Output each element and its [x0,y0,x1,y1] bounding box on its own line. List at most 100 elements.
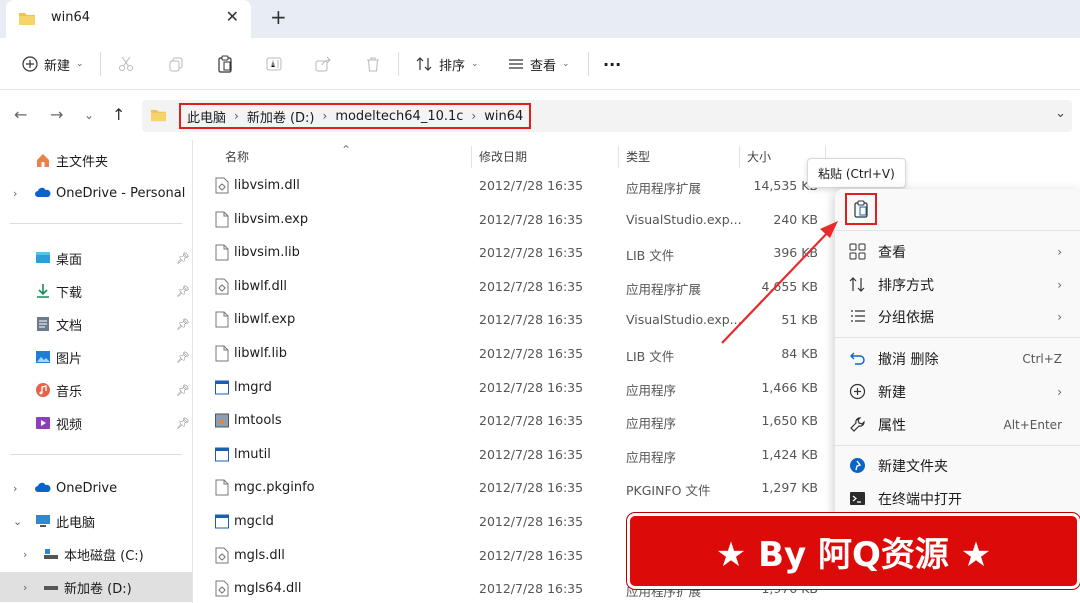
cut-button[interactable] [118,52,134,76]
sidebar-item-onedrive[interactable]: › OneDrive [0,473,192,503]
breadcrumb-win64[interactable]: win64 [484,109,523,124]
paste-menu-button[interactable] [845,193,877,225]
menu-item-label: 分组依据 [878,309,934,326]
menu-item-group[interactable]: 分组依据 › [835,300,1080,333]
column-header-type[interactable]: 类型 [626,140,650,172]
file-icon [215,345,229,362]
music-icon [36,383,50,397]
menu-item-new[interactable]: 新建 › [835,375,1080,408]
menu-divider [835,230,1080,231]
column-header-name[interactable]: 名称 [225,140,249,172]
chevron-right-icon: › [1057,277,1062,292]
table-row[interactable]: lmutil 2012/7/28 16:35 应用程序 1,424 KB [193,438,833,471]
breadcrumb-this-pc[interactable]: 此电脑 [187,107,226,126]
rename-button[interactable] [266,52,282,76]
delete-button[interactable] [365,52,381,76]
new-tab-button[interactable]: + [270,5,287,29]
share-button[interactable] [315,52,331,76]
file-name: libwlf.dll [234,278,287,294]
tab-win64[interactable]: win64 ✕ [6,0,251,38]
address-bar[interactable]: 此电脑 › 新加卷 (D:) › modeltech64_10.1c › win… [142,100,1072,132]
chevron-right-icon: › [1057,244,1062,259]
chevron-right-icon[interactable]: › [471,109,476,123]
pin-icon[interactable]: 📌︎ [176,318,190,331]
sidebar-item-pictures[interactable]: 图片 📌︎ [0,342,192,372]
breadcrumb-modeltech[interactable]: modeltech64_10.1c [335,109,463,124]
table-row[interactable]: libvsim.dll 2012/7/28 16:35 应用程序扩展 14,535 K… [193,169,833,202]
table-row[interactable]: lmgrd 2012/7/28 16:35 应用程序 1,466 KB [193,371,833,404]
copy-button[interactable] [168,52,184,76]
command-bar: 新建 ⌄ 排序 ⌄ 查看 ⌄ ··· [0,38,1080,90]
chevron-right-icon[interactable]: › [23,581,27,594]
sidebar-item-drive-c[interactable]: › 本地磁盘 (C:) [0,539,192,569]
sidebar-item-videos[interactable]: 视频 📌︎ [0,408,192,438]
cloud-icon [35,187,51,197]
table-row[interactable]: libwlf.lib 2012/7/28 16:35 LIB 文件 84 KB [193,337,833,370]
sidebar-item-drive-d[interactable]: › 新加卷 (D:) [0,572,192,602]
file-date: 2012/7/28 16:35 [479,413,584,429]
chevron-down-icon[interactable]: ⌄ [1055,106,1066,121]
up-arrow-icon[interactable]: ↑ [112,105,125,124]
table-row[interactable]: libwlf.dll 2012/7/28 16:35 应用程序扩展 4,655 KB [193,270,833,303]
sidebar-item-this-pc[interactable]: ⌄ 此电脑 [0,506,192,536]
column-separator[interactable] [739,146,740,168]
table-row[interactable]: lmtools 2012/7/28 16:35 应用程序 1,650 KB [193,404,833,437]
file-icon [215,244,229,261]
menu-item-new-folder[interactable]: 新建文件夹 [835,449,1080,482]
view-button[interactable]: 查看 ⌄ [508,52,570,76]
chevron-down-icon[interactable]: ⌄ [13,515,22,528]
recent-chevron-icon[interactable]: ⌄ [84,108,94,122]
sort-button[interactable]: 排序 ⌄ [416,52,479,76]
pin-icon[interactable]: 📌︎ [176,384,190,397]
chevron-right-icon[interactable]: › [23,548,27,561]
drive-icon [44,549,58,559]
column-header-date[interactable]: 修改日期 [479,140,527,172]
sidebar-item-label: 文档 [56,318,83,334]
menu-item-view[interactable]: 查看 › [835,235,1080,268]
file-type: 应用程序 [626,449,677,465]
back-arrow-icon[interactable]: ← [14,105,27,124]
chevron-right-icon[interactable]: › [13,482,17,495]
table-row[interactable]: libwlf.exp 2012/7/28 16:35 VisualStudio.ex… [193,303,833,336]
table-row[interactable]: libvsim.exp 2012/7/28 16:35 VisualStudio.e… [193,203,833,236]
sidebar-item-downloads[interactable]: 下载 📌︎ [0,276,192,306]
more-options-button[interactable]: ··· [603,52,621,76]
sort-button-label: 排序 [439,58,466,74]
column-separator[interactable] [618,146,619,168]
sidebar-item-onedrive-personal[interactable]: › OneDrive - Personal [0,178,192,208]
table-row[interactable]: mgc.pkginfo 2012/7/28 16:35 PKGINFO 文件 1,29… [193,471,833,504]
table-row[interactable]: libvsim.lib 2012/7/28 16:35 LIB 文件 396 KB [193,236,833,269]
menu-item-properties[interactable]: 属性 Alt+Enter [835,408,1080,441]
pin-icon[interactable]: 📌︎ [176,417,190,430]
column-separator[interactable] [471,146,472,168]
chevron-right-icon[interactable]: › [13,187,17,200]
menu-divider [835,445,1080,446]
paste-button[interactable] [217,52,233,76]
menu-divider [835,337,1080,338]
sidebar-item-music[interactable]: 音乐 📌︎ [0,375,192,405]
file-type: PKGINFO 文件 [626,483,711,499]
pin-icon[interactable]: 📌︎ [176,351,190,364]
forward-arrow-icon[interactable]: → [50,105,63,124]
close-tab-icon[interactable]: ✕ [226,7,239,26]
file-size: 1,297 KB [761,480,818,496]
chevron-right-icon[interactable]: › [234,109,239,123]
file-size: 1,466 KB [761,379,818,395]
sidebar-item-home[interactable]: 主文件夹 [0,145,192,175]
chevron-down-icon: ⌄ [471,59,479,69]
sidebar-item-desktop[interactable]: 桌面 📌︎ [0,243,192,273]
view-button-label: 查看 [530,58,557,74]
new-button[interactable]: 新建 ⌄ [22,52,84,76]
sidebar-item-documents[interactable]: 文档 📌︎ [0,309,192,339]
menu-item-undo[interactable]: 撤消 删除 Ctrl+Z [835,342,1080,375]
chevron-right-icon[interactable]: › [323,109,328,123]
menu-item-sort[interactable]: 排序方式 › [835,268,1080,301]
menu-item-open-terminal[interactable]: 在终端中打开 [835,482,1080,515]
file-name: libvsim.dll [234,178,300,193]
column-header-size[interactable]: 大小 [747,140,771,172]
pin-icon[interactable]: 📌︎ [176,252,190,265]
pin-icon[interactable]: 📌︎ [176,285,190,298]
sidebar-item-label: 桌面 [56,252,83,268]
sidebar-item-label: 此电脑 [56,515,96,531]
breadcrumb-drive-d[interactable]: 新加卷 (D:) [247,107,315,126]
